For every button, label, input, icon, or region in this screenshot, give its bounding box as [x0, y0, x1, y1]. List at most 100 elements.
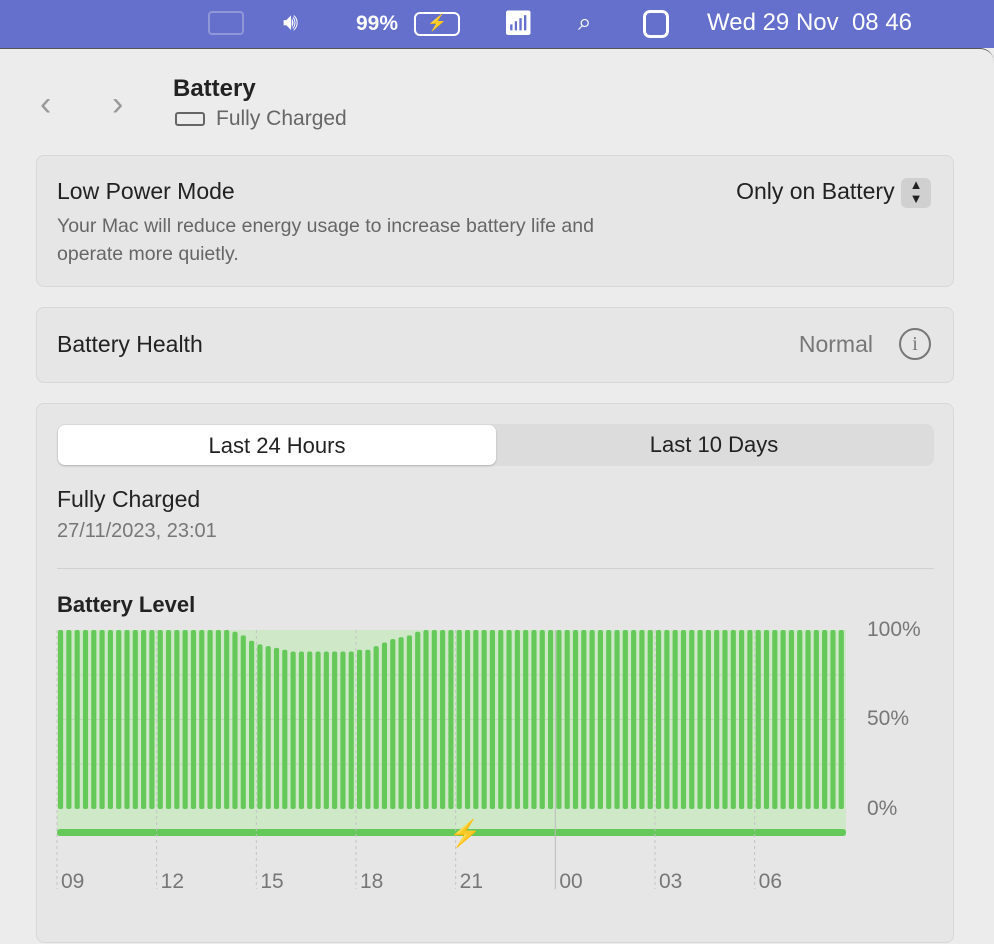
- battery-bar: [348, 651, 354, 809]
- stage-manager-icon[interactable]: [208, 11, 244, 35]
- battery-bar: [398, 637, 404, 809]
- battery-health-value: Normal: [798, 331, 873, 357]
- battery-bar: [207, 630, 213, 809]
- control-center-icon[interactable]: [643, 10, 669, 38]
- battery-bar: [597, 630, 603, 809]
- wifi-icon[interactable]: 📶︎: [503, 9, 533, 38]
- battery-bar: [365, 649, 371, 809]
- battery-bar: [797, 630, 803, 809]
- volume-icon[interactable]: 🔊︎: [283, 9, 298, 37]
- battery-bar: [315, 651, 321, 809]
- battery-bar: [215, 630, 221, 809]
- battery-bar: [190, 630, 197, 809]
- info-icon[interactable]: i: [899, 328, 931, 360]
- battery-bar: [323, 651, 329, 809]
- battery-bar: [423, 630, 429, 809]
- battery-status: Fully Charged: [216, 107, 347, 130]
- low-power-value: Only on Battery: [736, 178, 895, 205]
- battery-bar: [282, 649, 288, 809]
- battery-bar: [830, 630, 836, 809]
- battery-charging-icon[interactable]: ⚡: [414, 12, 460, 36]
- battery-bar: [440, 630, 446, 809]
- battery-bar: [415, 631, 421, 809]
- battery-bar: [689, 630, 695, 809]
- battery-bar: [265, 646, 271, 809]
- battery-bar: [332, 651, 338, 809]
- battery-bar: [523, 630, 529, 809]
- back-button[interactable]: ‹: [40, 85, 51, 124]
- forward-button[interactable]: ›: [112, 85, 123, 124]
- low-power-label: Low Power Mode: [57, 178, 235, 204]
- battery-bar: [373, 646, 379, 809]
- battery-bar: [58, 630, 64, 809]
- battery-bar: [157, 630, 163, 809]
- battery-bar: [647, 630, 653, 809]
- battery-bar: [149, 630, 155, 809]
- battery-bar: [165, 630, 172, 809]
- battery-bar: [489, 630, 496, 809]
- battery-health-card: Battery Health Normal i: [36, 307, 954, 383]
- battery-bar: [631, 630, 637, 809]
- battery-bar: [307, 651, 313, 809]
- battery-bar: [822, 630, 828, 809]
- battery-bar: [539, 630, 545, 809]
- battery-level-chart: ⚡: [56, 630, 846, 889]
- page-title: Battery: [173, 75, 256, 102]
- battery-bar: [240, 635, 246, 809]
- battery-bar: [199, 630, 205, 809]
- battery-percent[interactable]: 99%: [356, 12, 398, 36]
- y-tick-50: 50%: [867, 707, 910, 730]
- battery-bar: [473, 630, 479, 809]
- battery-bar: [381, 642, 388, 809]
- battery-bar: [763, 630, 770, 809]
- battery-bar: [124, 630, 130, 809]
- y-tick-100: 100%: [867, 618, 921, 641]
- battery-bar: [747, 630, 753, 809]
- x-tick-12: 12: [160, 870, 185, 893]
- battery-bar: [589, 630, 595, 809]
- battery-bar: [697, 630, 703, 809]
- x-tick-00: 00: [559, 870, 583, 893]
- battery-bar: [531, 630, 537, 809]
- battery-bar: [406, 635, 412, 809]
- battery-icon: [175, 112, 205, 126]
- battery-bar: [182, 630, 188, 809]
- battery-bar: [581, 630, 587, 809]
- battery-bar: [290, 651, 296, 809]
- clock[interactable]: Wed 29 Nov 08 46: [707, 9, 912, 37]
- battery-bar: [431, 630, 437, 809]
- battery-bar: [116, 630, 122, 809]
- battery-bar: [506, 630, 512, 809]
- battery-bar: [805, 630, 811, 809]
- battery-bar: [99, 630, 105, 809]
- battery-bar: [232, 631, 238, 809]
- battery-bar: [556, 630, 562, 809]
- battery-bar: [664, 630, 670, 809]
- battery-health-label: Battery Health: [57, 331, 203, 357]
- battery-bar: [606, 630, 612, 809]
- battery-bar: [456, 630, 462, 809]
- battery-bar: [82, 630, 89, 809]
- battery-bar: [481, 630, 487, 809]
- battery-bar: [780, 630, 786, 809]
- battery-bar: [788, 630, 795, 809]
- x-tick-21: 21: [459, 870, 483, 893]
- usage-card: Last 24 Hours Last 10 Days Fully Charged…: [36, 403, 954, 943]
- battery-bar: [564, 630, 570, 809]
- battery-bar: [622, 630, 628, 809]
- x-tick-06: 06: [758, 870, 782, 893]
- battery-bar: [448, 630, 454, 809]
- battery-bar: [107, 630, 113, 809]
- low-power-description: Your Mac will reduce energy usage to inc…: [57, 215, 594, 265]
- y-tick-0: 0%: [867, 797, 898, 820]
- battery-bar: [132, 630, 138, 809]
- search-icon[interactable]: ⌕: [578, 9, 591, 37]
- battery-bar: [772, 630, 778, 809]
- x-tick-15: 15: [260, 870, 284, 893]
- battery-bar: [224, 630, 230, 809]
- battery-bar: [813, 630, 819, 809]
- battery-bar: [730, 630, 736, 809]
- battery-bar: [722, 630, 728, 809]
- battery-bar: [639, 630, 645, 809]
- low-power-select[interactable]: Only on Battery ▲ ▼: [736, 178, 931, 208]
